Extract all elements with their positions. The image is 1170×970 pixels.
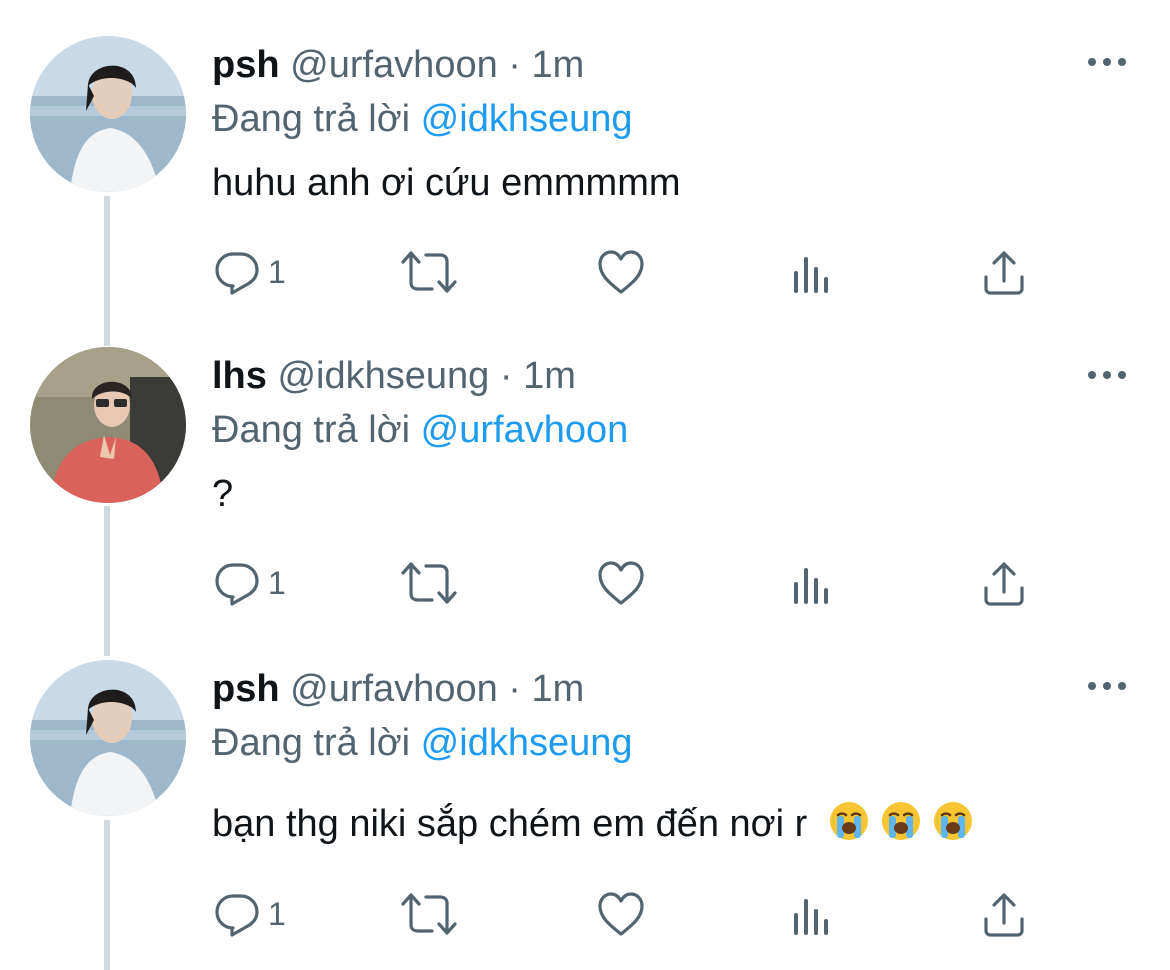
reply-count: 1 [268, 253, 286, 290]
like-icon [598, 892, 644, 936]
display-name[interactable]: psh [212, 44, 280, 86]
share-icon [984, 893, 1024, 937]
loudly-crying-face-emoji [933, 802, 972, 840]
reply-icon [215, 252, 259, 295]
user-handle[interactable]: @urfavhoon [290, 44, 498, 86]
views-icon [794, 899, 828, 935]
loudly-crying-face-emoji [881, 802, 920, 840]
avatar[interactable] [30, 660, 186, 816]
timestamp[interactable]: 1m [523, 355, 576, 397]
tweet[interactable]: psh @urfavhoon · 1m Đang trả lời @idkhse… [0, 36, 1170, 316]
action-bar: 1 [0, 244, 1170, 304]
tweet-text-line: bạn thg niki sắp chém em đến nơi r [212, 800, 974, 847]
replying-to: Đang trả lời @urfavhoon [212, 407, 628, 453]
reply-button[interactable]: 1 [212, 555, 286, 611]
views-button[interactable] [790, 886, 834, 942]
timestamp[interactable]: 1m [532, 668, 585, 710]
replying-to-label: Đang trả lời [212, 409, 411, 451]
replying-to-label: Đang trả lời [212, 98, 411, 140]
more-icon[interactable] [1086, 367, 1128, 383]
views-button[interactable] [790, 555, 834, 611]
avatar[interactable] [30, 347, 186, 503]
retweet-button[interactable] [400, 555, 458, 611]
reply-icon [215, 563, 259, 606]
like-icon [598, 250, 644, 294]
mention-link[interactable]: @idkhseung [421, 722, 633, 764]
reply-count: 1 [268, 895, 286, 932]
like-button[interactable] [596, 555, 646, 611]
views-icon [794, 257, 828, 293]
replying-to: Đang trả lời @idkhseung [212, 720, 633, 766]
separator: · [499, 355, 513, 397]
share-button[interactable] [980, 244, 1028, 300]
share-button[interactable] [980, 555, 1028, 611]
user-handle[interactable]: @urfavhoon [290, 668, 498, 710]
replying-to: Đang trả lời @idkhseung [212, 96, 633, 142]
loudly-crying-face-emoji [829, 802, 868, 840]
tweet-text: bạn thg niki sắp chém em đến nơi r [212, 803, 808, 845]
like-button[interactable] [596, 244, 646, 300]
share-button[interactable] [980, 886, 1028, 942]
user-handle[interactable]: @idkhseung [277, 355, 489, 397]
share-icon [984, 251, 1024, 295]
avatar[interactable] [30, 36, 186, 192]
views-icon [794, 568, 828, 604]
separator: · [508, 668, 521, 710]
tweet[interactable]: lhs @idkhseung · 1m Đang trả lời @urfavh… [0, 347, 1170, 627]
tweet-text: ? [212, 473, 234, 515]
action-bar: 1 [0, 555, 1170, 615]
display-name[interactable]: psh [212, 668, 280, 710]
reply-button[interactable]: 1 [212, 244, 286, 300]
replying-to-label: Đang trả lời [212, 722, 411, 764]
tweet-header: lhs @idkhseung · 1m [212, 353, 576, 399]
separator: · [508, 44, 521, 86]
share-icon [984, 562, 1024, 606]
tweet[interactable]: psh @urfavhoon · 1m Đang trả lời @idkhse… [0, 660, 1170, 960]
retweet-icon [401, 893, 457, 935]
tweet-text: huhu anh ơi cứu emmmmm [212, 162, 681, 204]
action-bar: 1 [0, 886, 1170, 946]
tweet-header: psh @urfavhoon · 1m [212, 42, 584, 88]
display-name[interactable]: lhs [212, 355, 267, 397]
like-button[interactable] [596, 886, 646, 942]
more-icon[interactable] [1086, 678, 1128, 694]
retweet-button[interactable] [400, 886, 458, 942]
retweet-icon [401, 251, 457, 293]
like-icon [598, 561, 644, 605]
reply-button[interactable]: 1 [212, 886, 286, 942]
tweet-header: psh @urfavhoon · 1m [212, 666, 584, 712]
retweet-button[interactable] [400, 244, 458, 300]
reply-icon [215, 894, 259, 937]
mention-link[interactable]: @urfavhoon [421, 409, 629, 451]
timestamp[interactable]: 1m [532, 44, 585, 86]
mention-link[interactable]: @idkhseung [421, 98, 633, 140]
views-button[interactable] [790, 244, 834, 300]
reply-count: 1 [268, 564, 286, 601]
more-icon[interactable] [1086, 54, 1128, 70]
retweet-icon [401, 562, 457, 604]
